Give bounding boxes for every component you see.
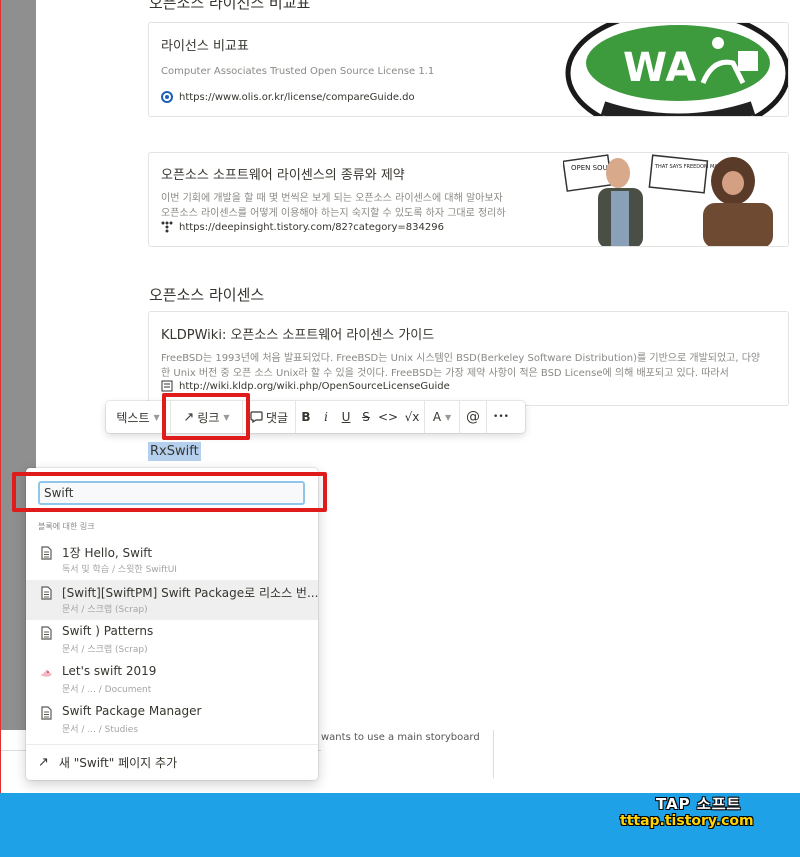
add-page-label: 새 "Swift" 페이지 추가 — [58, 756, 178, 770]
result-title: Swift ) Patterns — [62, 624, 154, 638]
background-text: wants to use a main storyboard — [321, 732, 480, 743]
tistory-favicon-icon — [161, 221, 173, 233]
text-type-label: 텍스트 — [116, 410, 150, 425]
bookmark-description-line2: 오픈소스 라이센스를 어떻게 이용해야 하는지 숙지할 수 있도록 하자 그대로… — [161, 208, 506, 219]
result-title: 1장 Hello, Swift — [62, 546, 153, 560]
bookmark-thumbnail-wa-logo: WA — [563, 23, 788, 116]
arrow-up-right-icon: ↗ — [38, 755, 49, 770]
bookmark-description-line2: 한 Unix 버전 중 오픈 소스 Unix라 할 수 있을 것이다. Free… — [161, 368, 729, 379]
text-type-dropdown[interactable]: 텍스트 ▼ — [106, 401, 170, 433]
more-options-button[interactable]: ••• — [487, 401, 515, 433]
bookmark-kldp-wiki[interactable]: KLDPWiki: 오픈소스 소프트웨어 라이센스 가이드 FreeBSD는 1… — [148, 311, 789, 406]
link-result-item[interactable]: Swift Package Manager 문서 / ... / Studies — [26, 700, 318, 740]
underline-button[interactable]: U — [336, 401, 356, 433]
brand-name: TAP 소프트 — [656, 795, 742, 813]
bookmark-title: KLDPWiki: 오픈소스 소프트웨어 라이센스 가이드 — [161, 328, 435, 343]
selected-text-rxswift[interactable]: RxSwift — [148, 442, 201, 461]
bookmark-description-line1: 이번 기회에 개발을 할 때 몇 번씩은 보게 되는 오픈소스 라이센스에 대해… — [161, 193, 503, 204]
result-path: 문서 / 스크랩 (Scrap) — [62, 605, 148, 615]
swift-emoji-icon — [40, 669, 52, 677]
footer-banner: TAP 소프트 tttap.tistory.com — [0, 793, 800, 857]
chevron-down-icon: ▼ — [445, 412, 452, 422]
result-path: 문서 / ... / Document — [62, 685, 152, 695]
strikethrough-button[interactable]: S — [356, 401, 376, 433]
mention-button[interactable]: @ — [460, 401, 486, 433]
page-icon — [41, 546, 52, 560]
divider — [493, 730, 494, 778]
add-new-page-button[interactable]: ↗ 새 "Swift" 페이지 추가 — [38, 754, 177, 771]
bookmark-description-line1: FreeBSD는 1993년에 처음 발표되었다. FreeBSD는 Unix … — [161, 353, 761, 364]
bookmark-url-text: https://deepinsight.tistory.com/82?categ… — [179, 221, 444, 233]
result-path: 문서 / 스크랩 (Scrap) — [62, 645, 148, 655]
page-icon — [41, 706, 52, 720]
bookmark-url: https://deepinsight.tistory.com/82?categ… — [161, 221, 444, 233]
divider — [26, 744, 318, 745]
bookmark-url: https://www.olis.or.kr/license/compareGu… — [161, 91, 415, 103]
comment-icon — [250, 411, 263, 423]
section-title-compare: 오픈소스 라이선스 비교표 — [149, 0, 311, 12]
highlight-box-search-input — [12, 472, 327, 512]
bookmark-text: KLDPWiki: 오픈소스 소프트웨어 라이센스 가이드 FreeBSD는 1… — [161, 312, 788, 381]
highlight-box-link-button — [162, 393, 250, 440]
section-title-licenses: 오픈소스 라이센스 — [149, 286, 265, 304]
link-result-item[interactable]: Swift ) Patterns 문서 / 스크랩 (Scrap) — [26, 620, 318, 660]
bookmark-url-text: http://wiki.kldp.org/wiki.php/OpenSource… — [179, 380, 450, 392]
link-result-item[interactable]: 1장 Hello, Swift 독서 및 학습 / 스윗한 SwiftUI — [26, 540, 318, 580]
italic-button[interactable]: i — [316, 401, 336, 433]
link-search-popup: 블록에 대한 링크 1장 Hello, Swift 독서 및 학습 / 스윗한 … — [26, 468, 318, 780]
link-result-item[interactable]: Let's swift 2019 문서 / ... / Document — [26, 660, 318, 700]
link-result-item-highlighted[interactable]: [Swift][SwiftPM] Swift Package로 리소스 번...… — [26, 580, 318, 620]
result-title: Let's swift 2019 — [62, 664, 157, 678]
chevron-down-icon: ▼ — [153, 412, 160, 422]
wiki-favicon-icon — [161, 380, 173, 392]
comment-label: 댓글 — [265, 410, 289, 425]
bookmark-url: http://wiki.kldp.org/wiki.php/OpenSource… — [161, 380, 450, 392]
result-path: 문서 / ... / Studies — [62, 725, 139, 735]
color-label: A — [432, 410, 442, 424]
bookmark-thumbnail-photo: OPEN SOURCE THAT SAYS FREEDOM MATTERS — [562, 153, 788, 246]
bookmark-url-text: https://www.olis.or.kr/license/compareGu… — [179, 91, 415, 103]
page-icon — [41, 586, 52, 600]
bold-button[interactable]: B — [296, 401, 316, 433]
code-button[interactable]: <> — [376, 401, 400, 433]
comment-button[interactable]: 댓글 — [243, 401, 295, 433]
brand-url: tttap.tistory.com — [620, 813, 754, 829]
popup-section-header: 블록에 대한 링크 — [38, 522, 95, 531]
bookmark-opensource-license-types[interactable]: 오픈소스 소프트웨어 라이센스의 종류와 제약 이번 기회에 개발을 할 때 몇… — [148, 152, 789, 247]
result-path: 독서 및 학습 / 스윗한 SwiftUI — [62, 565, 177, 575]
bookmark-license-compare[interactable]: 라이선스 비교표 Computer Associates Trusted Ope… — [148, 22, 789, 117]
math-button[interactable]: √x — [400, 401, 424, 433]
site-favicon-icon — [161, 91, 173, 103]
result-title: Swift Package Manager — [62, 704, 202, 718]
color-dropdown[interactable]: A ▼ — [425, 401, 459, 433]
wa-logo-text: WA — [623, 45, 696, 91]
page-icon — [41, 626, 52, 640]
result-title: [Swift][SwiftPM] Swift Package로 리소스 번... — [62, 586, 319, 600]
